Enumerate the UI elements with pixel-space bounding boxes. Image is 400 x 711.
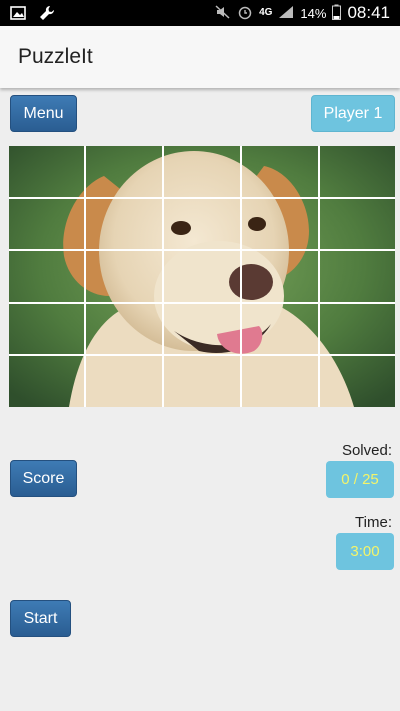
mute-icon bbox=[215, 4, 231, 23]
dog-photo bbox=[9, 146, 395, 407]
grid-line bbox=[162, 146, 164, 407]
app-bar: PuzzleIt bbox=[0, 26, 400, 88]
wrench-icon bbox=[38, 4, 56, 27]
start-button[interactable]: Start bbox=[10, 600, 71, 637]
signal-icon bbox=[278, 5, 294, 22]
solved-label: Solved: bbox=[341, 442, 392, 459]
puzzle-board[interactable] bbox=[9, 146, 395, 407]
score-button[interactable]: Score bbox=[10, 460, 77, 497]
network-type: 4G bbox=[259, 7, 273, 18]
grid-line bbox=[240, 146, 242, 407]
grid-line bbox=[9, 249, 395, 251]
grid-line bbox=[9, 354, 395, 356]
image-icon bbox=[10, 5, 26, 26]
menu-button[interactable]: Menu bbox=[10, 95, 77, 132]
time-label: Time: bbox=[355, 514, 392, 531]
battery-percent: 14% bbox=[300, 5, 327, 21]
battery-icon bbox=[332, 4, 342, 23]
player-button[interactable]: Player 1 bbox=[311, 95, 395, 132]
clock: 08:41 bbox=[347, 3, 390, 22]
alarm-icon bbox=[237, 4, 253, 23]
grid-line bbox=[9, 197, 395, 199]
timer-value: 3:00 bbox=[336, 533, 394, 570]
grid-line bbox=[9, 302, 395, 304]
grid-line bbox=[84, 146, 86, 407]
solved-value: 0 / 25 bbox=[326, 461, 394, 498]
grid-line bbox=[318, 146, 320, 407]
app-title: PuzzleIt bbox=[18, 45, 93, 68]
status-bar: 4G 14% 08:41 bbox=[0, 0, 400, 26]
